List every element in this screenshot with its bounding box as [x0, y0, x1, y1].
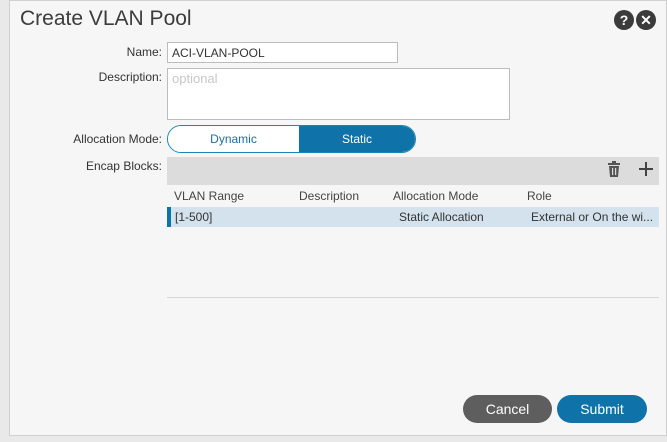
cell-vlan-range: [1-500] — [175, 210, 213, 224]
dynamic-allocation-option[interactable]: Dynamic Allocation — [168, 126, 299, 152]
close-icon[interactable]: ✕ — [636, 10, 656, 30]
dialog-title: Create VLAN Pool — [20, 7, 192, 30]
name-label: Name: — [126, 45, 162, 59]
description-input[interactable] — [167, 68, 510, 120]
table-toolbar — [167, 157, 659, 185]
trash-icon[interactable] — [607, 161, 621, 182]
submit-button[interactable]: Submit — [557, 395, 647, 423]
static-allocation-option[interactable]: Static Allocation — [299, 126, 415, 152]
description-label: Description: — [98, 70, 162, 84]
table-header: VLAN Range Description Allocation Mode R… — [167, 185, 659, 207]
allocation-mode-toggle: Dynamic Allocation Static Allocation — [167, 125, 416, 153]
column-role[interactable]: Role — [527, 189, 655, 203]
plus-icon[interactable] — [639, 161, 653, 181]
column-allocation-mode[interactable]: Allocation Mode — [393, 189, 527, 203]
name-input[interactable] — [167, 42, 398, 63]
create-vlan-pool-dialog: Create VLAN Pool ? ✕ Name: Description: … — [9, 0, 667, 436]
table-row[interactable]: [1-500] Static Allocation External or On… — [167, 207, 659, 227]
column-vlan-range[interactable]: VLAN Range — [167, 189, 299, 203]
cell-allocation-mode: Static Allocation — [399, 210, 484, 224]
encap-blocks-table: VLAN Range Description Allocation Mode R… — [167, 157, 659, 227]
allocation-mode-label: Allocation Mode: — [73, 132, 162, 146]
column-description[interactable]: Description — [299, 189, 393, 203]
cancel-button[interactable]: Cancel — [463, 395, 552, 423]
help-icon[interactable]: ? — [614, 10, 634, 30]
cell-role: External or On the wi... — [531, 210, 654, 224]
table-bottom-divider — [167, 297, 659, 298]
encap-blocks-label: Encap Blocks: — [85, 159, 162, 173]
dialog-header-icons: ? ✕ — [614, 10, 656, 30]
